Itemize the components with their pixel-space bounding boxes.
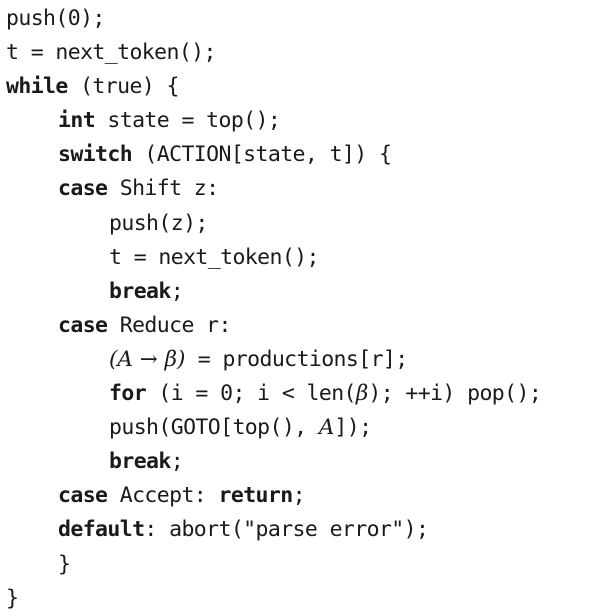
keyword: while	[6, 74, 68, 100]
keyword: for	[109, 381, 147, 407]
keyword: break	[109, 449, 171, 475]
keyword: case	[58, 176, 108, 202]
keyword: default	[58, 517, 145, 543]
code-token: }	[58, 551, 71, 577]
code-token: = productions[r];	[185, 346, 408, 372]
code-line: default: abort("parse error");	[6, 513, 541, 547]
code-line: case Shift z:	[6, 172, 541, 206]
code-token: t = next_token();	[6, 40, 216, 66]
math-symbol: A	[318, 415, 335, 441]
code-token: Shift z:	[107, 176, 219, 202]
keyword: case	[58, 483, 108, 509]
code-line: t = next_token();	[6, 241, 541, 275]
code-token: (i = 0; i < len(	[146, 381, 356, 407]
code-line: int state = top();	[6, 104, 541, 138]
code-line: push(GOTO[top(), A]);	[6, 411, 541, 445]
code-token: Reduce r:	[107, 312, 232, 338]
code-line: case Reduce r:	[6, 309, 541, 343]
code-line: break;	[6, 445, 541, 479]
code-line: }	[6, 582, 541, 616]
keyword: case	[58, 312, 108, 338]
code-token: push(0);	[6, 6, 105, 31]
code-line: }	[6, 548, 541, 582]
code-token: Accept:	[107, 483, 219, 509]
code-line: break;	[6, 275, 541, 309]
code-token: ;	[170, 449, 184, 475]
code-token: ;	[292, 483, 306, 509]
keyword: return	[218, 483, 294, 509]
code-line: push(0);	[6, 2, 541, 36]
code-token: : abort("parse error");	[144, 517, 429, 543]
code-line: case Accept: return;	[6, 479, 541, 513]
keyword: switch	[58, 142, 133, 168]
code-block: push(0); t = next_token(); while (true) {i…	[6, 2, 542, 616]
code-line: push(z);	[6, 207, 541, 241]
code-token: ); ++i) pop();	[368, 381, 542, 407]
math-symbol: β	[355, 381, 369, 407]
code-token: (true) {	[67, 74, 179, 100]
code-token: push(GOTO[top(),	[109, 415, 319, 441]
code-token: state = top();	[95, 108, 281, 134]
code-token: }	[6, 585, 19, 611]
math-symbol: (A → β)	[109, 346, 186, 372]
code-line: (A → β) = productions[r];	[6, 343, 541, 377]
code-token: ;	[170, 278, 184, 304]
code-token: push(z);	[109, 210, 208, 236]
keyword: int	[58, 108, 96, 134]
keyword: break	[109, 278, 171, 304]
code-line: switch (ACTION[state, t]) {	[6, 138, 541, 172]
code-line: while (true) {	[6, 70, 541, 104]
code-line: for (i = 0; i < len(β); ++i) pop();	[6, 377, 542, 411]
code-token: ]);	[334, 415, 372, 441]
code-token: (ACTION[state, t]) {	[132, 142, 392, 168]
code-line: t = next_token();	[6, 36, 541, 70]
code-token: t = next_token();	[109, 244, 319, 270]
